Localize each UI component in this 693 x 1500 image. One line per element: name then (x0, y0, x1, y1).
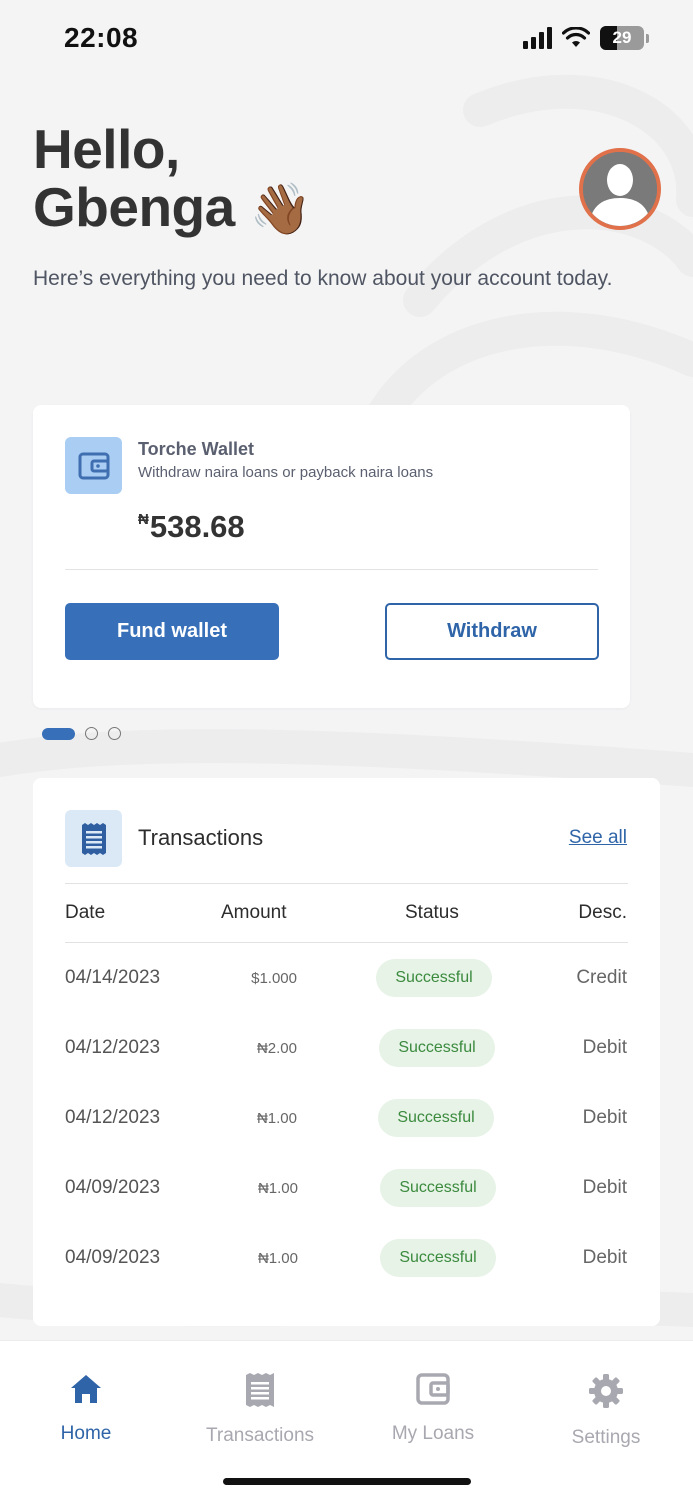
wallet-icon (65, 437, 122, 494)
currency-symbol: ₦ (138, 511, 149, 528)
wallet-title: Torche Wallet (138, 439, 255, 459)
divider (65, 883, 628, 884)
divider (65, 569, 598, 570)
wallet-icon (416, 1373, 450, 1405)
tab-transactions-label: Transactions (205, 1425, 315, 1446)
column-header-status: Status (405, 902, 459, 923)
wifi-icon (562, 27, 590, 47)
status-badge: Successful (379, 1029, 495, 1067)
tab-home-label: Home (60, 1423, 112, 1444)
carousel-pager (42, 727, 121, 740)
transaction-amount: $1.000 (251, 970, 297, 987)
wallet-description: Withdraw naira loans or payback naira lo… (138, 464, 434, 481)
pager-dot-active[interactable] (42, 727, 75, 740)
transaction-desc: Debit (582, 1037, 627, 1058)
column-header-date: Date (65, 902, 106, 923)
column-header-amount: Amount (221, 902, 287, 923)
gear-icon (589, 1374, 623, 1408)
column-header-desc: Desc. (578, 902, 627, 923)
transaction-desc: Credit (576, 967, 627, 988)
battery-icon: 29 (600, 26, 644, 50)
table-row[interactable]: 04/14/2023 $1.000 Successful Credit (33, 959, 660, 999)
wallet-card: Torche Wallet Withdraw naira loans or pa… (33, 405, 630, 708)
status-bar: 22:08 29 (0, 0, 693, 80)
table-row[interactable]: 04/09/2023 ₦1.00 Successful Debit (33, 1169, 660, 1209)
table-row[interactable]: 04/09/2023 ₦1.00 Successful Debit (33, 1239, 660, 1279)
receipt-icon (65, 810, 122, 867)
divider (65, 942, 628, 943)
bottom-tab-bar: Home Transactions My Loans Settings (0, 1340, 693, 1500)
status-time: 22:08 (64, 22, 139, 53)
see-all-link[interactable]: See all (569, 827, 627, 849)
wallet-balance-value: 538.68 (149, 509, 245, 544)
transaction-amount: ₦1.00 (256, 1110, 297, 1127)
tab-settings-label: Settings (571, 1427, 641, 1448)
battery-tip (646, 33, 649, 43)
home-icon (71, 1375, 101, 1403)
user-silhouette-icon (583, 152, 657, 226)
transaction-amount: ₦1.00 (257, 1180, 298, 1197)
transaction-date: 04/12/2023 (65, 1107, 161, 1128)
transaction-date: 04/12/2023 (65, 1037, 161, 1058)
transactions-title: Transactions (138, 825, 264, 850)
tab-home[interactable]: Home (6, 1373, 166, 1445)
greeting-name: Gbenga (33, 176, 235, 238)
wallet-balance: ₦538.68 (138, 509, 245, 545)
transaction-date: 04/14/2023 (65, 967, 161, 988)
tab-settings[interactable]: Settings (526, 1373, 686, 1449)
transactions-card: Transactions See all Date Amount Status … (33, 778, 660, 1326)
fund-wallet-button[interactable]: Fund wallet (65, 603, 279, 660)
status-badge: Successful (378, 1099, 494, 1137)
home-indicator (223, 1478, 471, 1485)
transaction-desc: Debit (582, 1177, 627, 1198)
tab-my-loans[interactable]: My Loans (353, 1373, 513, 1445)
status-badge: Successful (380, 1239, 496, 1277)
waving-hand-icon: 👋🏾 (249, 181, 312, 237)
avatar[interactable] (579, 148, 661, 230)
status-badge: Successful (380, 1169, 496, 1207)
greeting-name-line: Gbenga 👋🏾 (33, 176, 312, 238)
transaction-amount: ₦1.00 (257, 1250, 298, 1267)
status-badge: Successful (376, 959, 492, 997)
transaction-desc: Debit (582, 1107, 627, 1128)
withdraw-button[interactable]: Withdraw (385, 603, 599, 660)
pager-dot[interactable] (85, 727, 98, 740)
pager-dot[interactable] (108, 727, 121, 740)
tab-my-loans-label: My Loans (391, 1423, 475, 1444)
tab-transactions[interactable]: Transactions (180, 1373, 340, 1447)
table-row[interactable]: 04/12/2023 ₦1.00 Successful Debit (33, 1099, 660, 1139)
transaction-date: 04/09/2023 (65, 1177, 161, 1198)
greeting-heading: Hello, Gbenga 👋🏾 (33, 118, 312, 238)
greeting-hello: Hello, (33, 118, 180, 180)
cellular-signal-icon (523, 27, 552, 49)
transaction-date: 04/09/2023 (65, 1247, 161, 1268)
battery-level: 29 (612, 28, 632, 47)
table-row[interactable]: 04/12/2023 ₦2.00 Successful Debit (33, 1029, 660, 1069)
status-icons: 29 (523, 26, 649, 50)
receipt-icon (246, 1373, 274, 1407)
page-subtitle: Here’s everything you need to know about… (33, 267, 613, 290)
transaction-desc: Debit (582, 1247, 627, 1268)
transaction-amount: ₦2.00 (256, 1040, 297, 1057)
